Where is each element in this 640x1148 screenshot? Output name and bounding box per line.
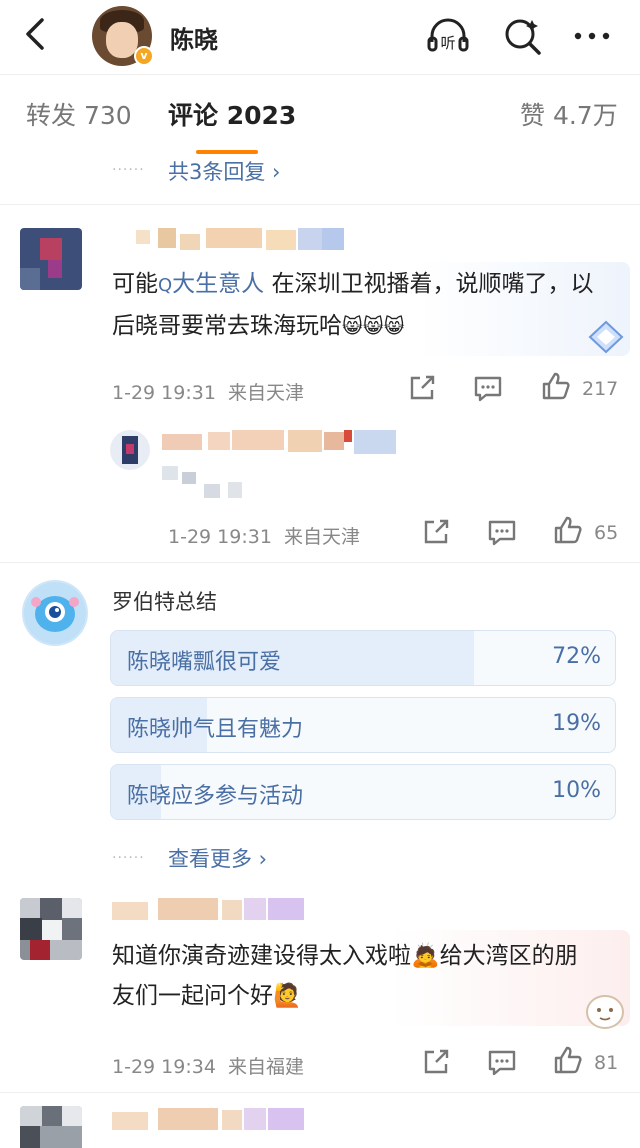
- like-count: 65: [594, 522, 619, 544]
- search-small-icon: Q: [158, 275, 173, 296]
- diamond-badge-icon: [588, 320, 624, 354]
- poll-option[interactable]: 陈晓帅气且有魅力 19%: [110, 697, 616, 753]
- reply-time: 1-29 19:31 来自天津: [168, 526, 361, 548]
- author-name[interactable]: 陈晓: [170, 20, 218, 55]
- reply-avatar[interactable]: [110, 430, 150, 470]
- top-bar: v 陈晓 听: [0, 0, 640, 72]
- comment-text[interactable]: 知道你演奇迹建设得太入戏啦🙇给大湾区的朋友们一起问个好🙋: [112, 936, 592, 1016]
- poll-option-label: 陈晓嘴瓢很可爱: [127, 650, 282, 675]
- poll-option-label: 陈晓帅气且有魅力: [127, 717, 304, 742]
- poll-option-label: 陈晓应多参与活动: [127, 784, 304, 809]
- tab-likes[interactable]: 赞 4.7万: [520, 96, 618, 132]
- sticker-badge-icon: [586, 995, 624, 1029]
- comment-icon[interactable]: [472, 372, 504, 404]
- like-icon[interactable]: [552, 514, 584, 546]
- reply-dots: ······: [112, 162, 145, 178]
- commenter-name-blurred[interactable]: [136, 228, 346, 252]
- poll-option[interactable]: 陈晓应多参与活动 10%: [110, 764, 616, 820]
- active-tab-indicator: [196, 150, 258, 154]
- cat-emoji: 😸😸😸: [342, 314, 405, 338]
- comment-text[interactable]: 可能Q大生意人 在深圳卫视播着，说顺嘴了，以后晓哥要常去珠海玩哈😸😸😸: [112, 264, 608, 346]
- comment-divider: [0, 1092, 640, 1093]
- listen-label: 听: [440, 34, 455, 52]
- tab-repost[interactable]: 转发 730: [26, 96, 132, 132]
- poll-option[interactable]: 陈晓嘴瓢很可爱 72%: [110, 630, 616, 686]
- see-more-dots: ······: [112, 850, 145, 866]
- comment-divider: [0, 562, 640, 563]
- poll-option-percent: 10%: [552, 778, 601, 803]
- comment-icon[interactable]: [486, 1046, 518, 1078]
- like-count: 217: [582, 378, 619, 400]
- robot-icon: [24, 582, 86, 644]
- comment-icon[interactable]: [486, 516, 518, 548]
- robot-name[interactable]: 罗伯特总结: [112, 586, 217, 616]
- commenter-avatar[interactable]: [20, 898, 82, 960]
- like-icon[interactable]: [552, 1044, 584, 1076]
- view-replies-link[interactable]: 共3条回复 ›: [168, 156, 280, 186]
- comment-divider: [0, 204, 640, 205]
- search-icon[interactable]: [500, 14, 544, 58]
- share-icon[interactable]: [420, 516, 452, 548]
- like-count: 81: [594, 1052, 619, 1074]
- verified-badge: v: [134, 46, 154, 66]
- poll-option-percent: 19%: [552, 711, 601, 736]
- commenter-avatar[interactable]: [20, 228, 82, 290]
- like-icon[interactable]: [540, 370, 572, 402]
- comment-time: 1-29 19:34 来自福建: [112, 1056, 305, 1078]
- robot-avatar[interactable]: [22, 580, 88, 646]
- share-icon[interactable]: [406, 372, 438, 404]
- commenter-name-blurred[interactable]: [112, 1108, 312, 1132]
- poll-option-percent: 72%: [552, 644, 601, 669]
- more-icon[interactable]: [570, 14, 614, 58]
- tab-comments[interactable]: 评论 2023: [168, 96, 296, 132]
- header-divider: [0, 74, 640, 75]
- back-icon[interactable]: [18, 14, 54, 54]
- tab-bar: 转发 730 评论 2023 赞 4.7万: [0, 84, 640, 144]
- commenter-name-blurred[interactable]: [112, 898, 312, 922]
- reply-name-blurred[interactable]: [162, 430, 412, 454]
- share-icon[interactable]: [420, 1046, 452, 1078]
- comment-time: 1-29 19:31 来自天津: [112, 382, 305, 404]
- reply-text-blurred[interactable]: [162, 466, 262, 502]
- listen-icon[interactable]: 听: [426, 14, 470, 58]
- topic-link[interactable]: Q大生意人: [158, 271, 264, 297]
- see-more-link[interactable]: 查看更多 ›: [168, 843, 267, 873]
- commenter-avatar[interactable]: [20, 1106, 82, 1148]
